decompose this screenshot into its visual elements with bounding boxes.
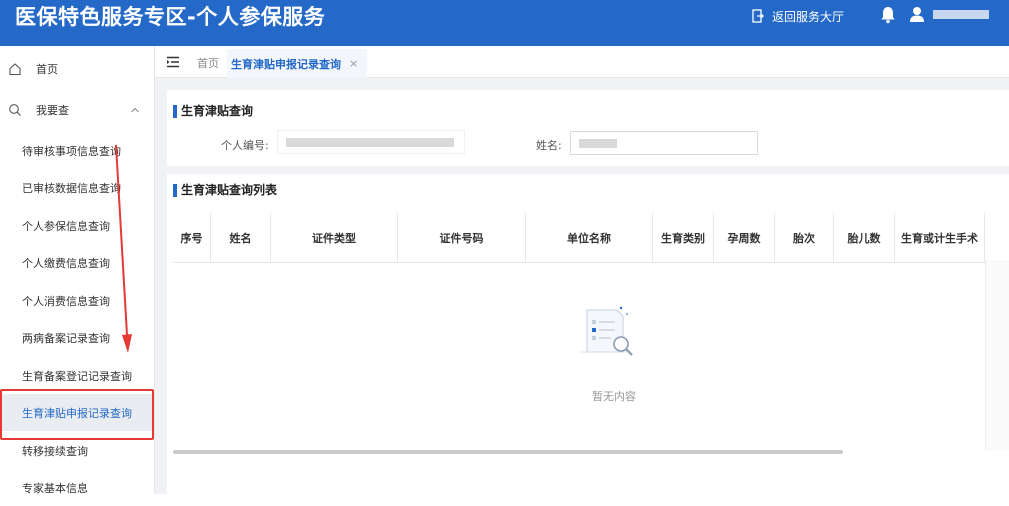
sidebar-item-consumption-info[interactable]: 个人消费信息查询 bbox=[0, 282, 154, 319]
empty-state-text: 暂无内容 bbox=[592, 390, 636, 403]
column-header: 单位名称 bbox=[526, 213, 653, 263]
person-id-redacted bbox=[286, 138, 454, 147]
menu-collapse-icon[interactable] bbox=[166, 56, 180, 68]
name-label: 姓名: bbox=[536, 139, 562, 152]
sidebar-item-insurance-info[interactable]: 个人参保信息查询 bbox=[0, 207, 154, 244]
column-header: 胎次 bbox=[775, 213, 834, 263]
return-hall-link[interactable]: 返回服务大厅 bbox=[752, 6, 844, 26]
top-header: 医保特色服务专区-个人参保服务 返回服务大厅 bbox=[0, 0, 1009, 46]
column-header: 序号 bbox=[173, 213, 211, 263]
name-redacted bbox=[579, 139, 617, 148]
sidebar: 首页 我要查 待审核事项信息查询 已审核数据信息查询 个人参保信息查询 个人缴费… bbox=[0, 46, 155, 495]
list-section-title: 生育津贴查询列表 bbox=[173, 184, 277, 197]
tab-home[interactable]: 首页 bbox=[197, 55, 219, 71]
list-panel: 生育津贴查询列表 序号 姓名 证件类型 证件号码 单位名称 生育类别 孕周数 胎… bbox=[167, 174, 1009, 494]
home-icon bbox=[9, 63, 21, 76]
horizontal-scrollbar[interactable] bbox=[173, 450, 843, 454]
sidebar-item-expert-info[interactable]: 专家基本信息 bbox=[0, 469, 154, 506]
name-field[interactable] bbox=[570, 131, 758, 155]
sidebar-item-payment-info[interactable]: 个人缴费信息查询 bbox=[0, 244, 154, 281]
column-header: 生育或计生手术 bbox=[895, 213, 985, 263]
sidebar-item-maternity-allowance[interactable]: 生育津贴申报记录查询 bbox=[0, 394, 154, 431]
column-header: 生育类别 bbox=[653, 213, 714, 263]
sidebar-item-pending[interactable]: 待审核事项信息查询 bbox=[0, 132, 154, 169]
search-panel: 生育津贴查询 个人编号: 姓名: bbox=[167, 90, 1009, 166]
chevron-up-icon bbox=[131, 107, 139, 113]
tab-maternity-allowance[interactable]: 生育津贴申报记录查询 × bbox=[227, 49, 368, 78]
tab-bar: 首页 生育津贴申报记录查询 × bbox=[155, 46, 1009, 78]
main-content: 首页 生育津贴申报记录查询 × 生育津贴查询 个人编号: 姓名: 生育津贴查询列… bbox=[155, 46, 1009, 494]
sidebar-item-two-diseases[interactable]: 两病备案记录查询 bbox=[0, 319, 154, 356]
sidebar-group-label: 我要查 bbox=[36, 104, 69, 117]
table-header: 序号 姓名 证件类型 证件号码 单位名称 生育类别 孕周数 胎次 胎儿数 生育或… bbox=[173, 213, 1009, 263]
exit-icon bbox=[752, 9, 764, 23]
sidebar-group-query[interactable]: 我要查 bbox=[0, 91, 154, 129]
column-header: 证件类型 bbox=[271, 213, 398, 263]
person-id-field[interactable] bbox=[277, 130, 465, 154]
sidebar-item-reviewed[interactable]: 已审核数据信息查询 bbox=[0, 169, 154, 206]
person-id-label: 个人编号: bbox=[221, 139, 269, 152]
sidebar-item-home[interactable]: 首页 bbox=[0, 50, 154, 88]
column-header: 胎儿数 bbox=[834, 213, 895, 263]
bell-icon[interactable] bbox=[880, 6, 896, 28]
user-menu[interactable] bbox=[909, 6, 989, 23]
search-section-title: 生育津贴查询 bbox=[173, 105, 253, 118]
sidebar-item-transfer[interactable]: 转移接续查询 bbox=[0, 432, 154, 469]
user-name-redacted bbox=[933, 10, 989, 19]
sidebar-item-maternity-registration[interactable]: 生育备案登记记录查询 bbox=[0, 357, 154, 394]
column-header: 孕周数 bbox=[714, 213, 775, 263]
sidebar-item-label: 首页 bbox=[36, 63, 58, 76]
search-icon bbox=[9, 104, 21, 116]
fixed-column-shadow bbox=[985, 260, 1009, 450]
user-icon bbox=[910, 7, 924, 22]
tab-label: 生育津贴申报记录查询 bbox=[231, 57, 341, 71]
tab-close-icon[interactable]: × bbox=[349, 57, 358, 70]
app-title: 医保特色服务专区-个人参保服务 bbox=[15, 5, 326, 29]
empty-document-icon bbox=[581, 306, 633, 356]
column-header: 证件号码 bbox=[398, 213, 526, 263]
return-hall-label: 返回服务大厅 bbox=[772, 9, 845, 24]
column-header: 姓名 bbox=[211, 213, 271, 263]
